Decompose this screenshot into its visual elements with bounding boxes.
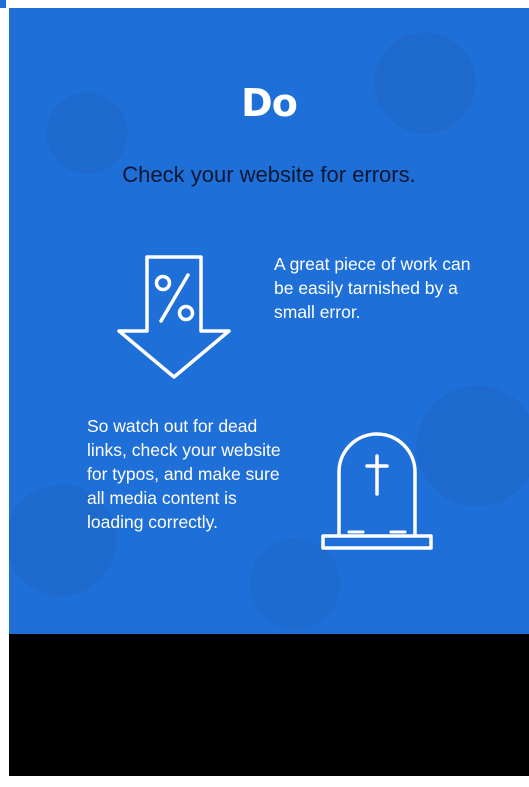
error-warning-text: A great piece of work can be easily tarn… (274, 254, 471, 322)
checklist-text: So watch out for dead links, check your … (87, 416, 281, 532)
tombstone-icon (321, 432, 433, 550)
black-area (9, 634, 529, 776)
top-edge-accent (0, 0, 6, 8)
card-subtitle: Check your website for errors. (122, 162, 416, 187)
card-title: Do (241, 81, 298, 125)
left-edge (0, 8, 9, 787)
bottom-edge (9, 776, 529, 787)
percent-down-arrow-icon (117, 255, 231, 379)
top-edge (0, 0, 529, 8)
info-card: Do Check your website for errors. A grea… (9, 8, 529, 634)
